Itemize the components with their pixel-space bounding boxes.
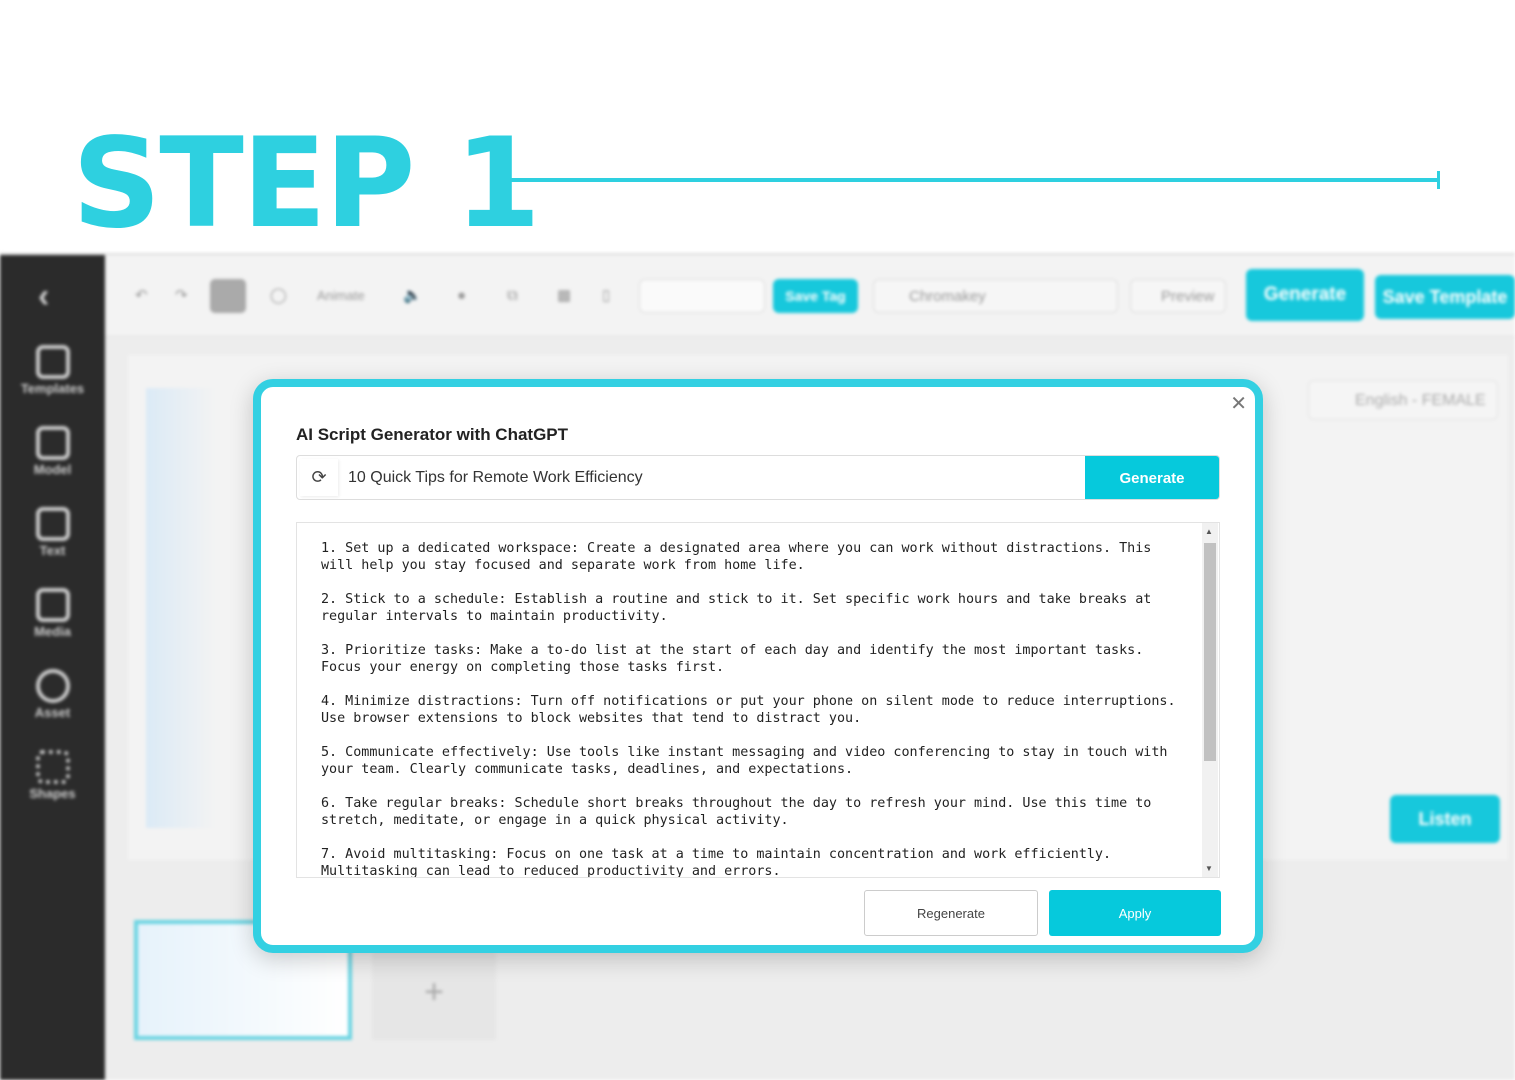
- ai-script-generator-modal: ✕ AI Script Generator with ChatGPT ⟳ Gen…: [253, 379, 1263, 953]
- animate-button[interactable]: Animate: [317, 279, 365, 313]
- tag-input[interactable]: [639, 279, 765, 313]
- undo-icon[interactable]: ↶: [135, 279, 148, 313]
- sidebar-item-label: Asset: [34, 705, 71, 720]
- modal-title: AI Script Generator with ChatGPT: [296, 425, 569, 444]
- script-paragraph: 6. Take regular breaks: Schedule short b…: [321, 796, 1160, 828]
- sidebar-item-shapes[interactable]: Shapes: [0, 750, 105, 801]
- sidebar-item-asset[interactable]: Asset: [0, 669, 105, 720]
- sidebar-item-label: Templates: [20, 381, 85, 396]
- regenerate-button[interactable]: Regenerate: [864, 890, 1038, 936]
- listen-button[interactable]: Listen: [1390, 795, 1500, 843]
- sidebar-item-label: Media: [34, 624, 71, 639]
- sidebar-item-label: Model: [33, 462, 72, 477]
- scroll-up-icon[interactable]: ▲: [1205, 527, 1213, 536]
- toolbar: ↶ ↷ ◯ Animate 🔈 ● ⧉ ▩ ▯ Save Tag Chromak…: [105, 255, 1515, 337]
- sidebar-item-text[interactable]: Text: [0, 507, 105, 558]
- save-template-button[interactable]: Save Template: [1375, 275, 1515, 319]
- save-tag-button[interactable]: Save Tag: [773, 279, 858, 313]
- text-icon: [35, 507, 70, 541]
- shapes-icon: [35, 750, 70, 784]
- redo-icon[interactable]: ↷: [175, 279, 188, 313]
- color-swatch[interactable]: [210, 279, 246, 313]
- script-paragraph: 1. Set up a dedicated workspace: Create …: [321, 541, 1160, 573]
- cloud-upload-icon: [35, 669, 70, 703]
- trash-icon[interactable]: ▯: [602, 279, 610, 313]
- script-paragraph: 5. Communicate effectively: Use tools li…: [321, 745, 1176, 777]
- language-select[interactable]: English - FEMALE: [1308, 380, 1498, 420]
- step-title: STEP 1: [72, 112, 541, 256]
- preview-button[interactable]: Preview: [1130, 279, 1226, 313]
- script-paragraph: 7. Avoid multitasking: Focus on one task…: [321, 847, 1120, 878]
- script-paragraph: 4. Minimize distractions: Turn off notif…: [321, 694, 1184, 726]
- sidebar-item-model[interactable]: Model: [0, 426, 105, 477]
- prompt-input[interactable]: [348, 456, 1078, 499]
- copy-icon[interactable]: ⧉: [507, 279, 518, 313]
- scrollbar[interactable]: ▲ ▼: [1202, 523, 1218, 877]
- script-paragraph: 3. Prioritize tasks: Make a to-do list a…: [321, 643, 1152, 675]
- sidebar-item-media[interactable]: Media: [0, 588, 105, 639]
- speaker-icon[interactable]: 🔈: [403, 279, 422, 313]
- scrollbar-thumb[interactable]: [1204, 543, 1216, 761]
- scroll-down-icon[interactable]: ▼: [1205, 864, 1213, 873]
- generate-button[interactable]: Generate: [1085, 456, 1219, 499]
- sidebar-item-label: Text: [39, 543, 66, 558]
- person-icon: [35, 426, 70, 460]
- sidebar-item-label: Shapes: [29, 786, 76, 801]
- chromakey-input[interactable]: Chromakey: [873, 279, 1118, 313]
- sidebar-item-templates[interactable]: Templates: [0, 345, 105, 396]
- template-icon: [35, 345, 70, 379]
- back-chevron-icon[interactable]: ‹: [38, 277, 49, 316]
- prompt-field: ⟳ Generate: [296, 455, 1220, 500]
- lock-icon[interactable]: ▩: [557, 279, 571, 313]
- sidebar: ‹ Templates Model Text Media Asset Shape…: [0, 255, 105, 1080]
- generate-video-button[interactable]: Generate: [1246, 269, 1364, 321]
- add-slide-button[interactable]: +: [372, 945, 496, 1040]
- script-paragraph: 2. Stick to a schedule: Establish a rout…: [321, 592, 1160, 624]
- apply-button[interactable]: Apply: [1049, 890, 1221, 936]
- canvas-preview: [146, 388, 216, 828]
- refresh-icon[interactable]: ⟳: [300, 459, 338, 496]
- animate-icon: ◯: [270, 287, 287, 304]
- script-textarea[interactable]: 1. Set up a dedicated workspace: Create …: [296, 522, 1220, 878]
- step-divider-line: [497, 171, 1440, 189]
- image-icon: [35, 588, 70, 622]
- layer-icon[interactable]: ●: [457, 279, 466, 313]
- close-icon[interactable]: ✕: [1230, 391, 1247, 416]
